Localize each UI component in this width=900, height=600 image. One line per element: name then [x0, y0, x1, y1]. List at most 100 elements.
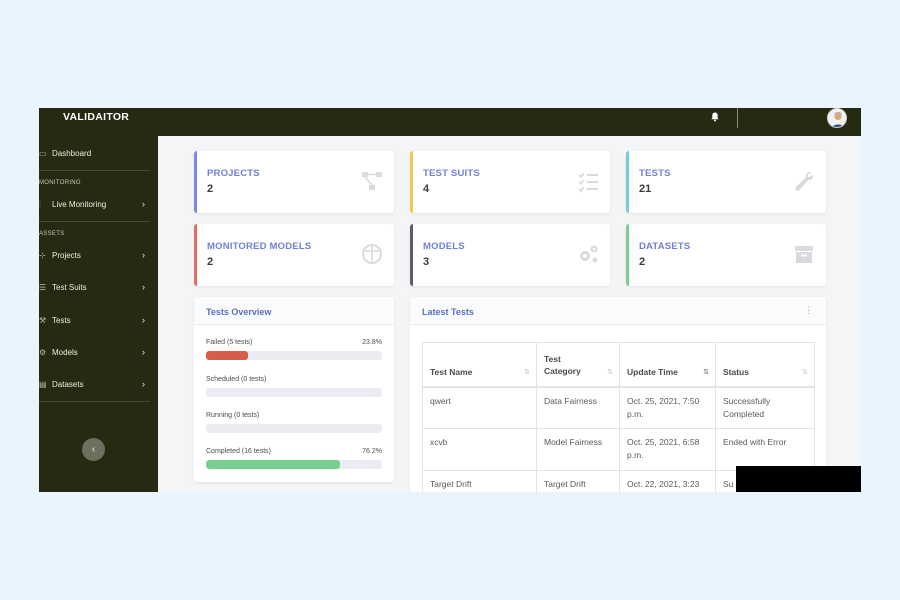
- cogs-icon: ⚙: [39, 348, 47, 357]
- sort-icon: ⇅: [607, 368, 613, 376]
- archive-icon: ▤: [39, 380, 47, 389]
- bell-icon[interactable]: [709, 111, 721, 123]
- column-header-test-name[interactable]: Test Name ⇅: [422, 342, 537, 388]
- column-header-status[interactable]: Status ⇅: [715, 342, 815, 388]
- sidebar-item-models[interactable]: ⚙ Models ›: [39, 343, 158, 363]
- list-check-icon: [578, 172, 598, 193]
- stat-card-projects[interactable]: PROJECTS 2: [194, 151, 394, 213]
- diagram-icon: ⊹: [39, 251, 46, 260]
- chart-icon: ⫶: [39, 200, 41, 209]
- stat-value: 2: [207, 256, 214, 268]
- user-avatar[interactable]: [827, 108, 847, 128]
- topbar-divider: [737, 108, 738, 128]
- table-row[interactable]: xcvb Model Fairness Oct. 25, 2021, 6:58 …: [422, 428, 815, 471]
- chevron-right-icon: ›: [142, 315, 145, 325]
- sidebar-collapse-button[interactable]: ‹: [82, 438, 105, 461]
- sidebar-divider: [39, 170, 150, 171]
- progress-label: Scheduled (0 tests): [206, 376, 267, 383]
- sidebar: ▭ Dashboard MONITORING ⫶ Live Monitoring…: [39, 136, 158, 492]
- list-icon: ☰: [39, 283, 47, 292]
- sort-down-icon: ⇅: [703, 368, 709, 376]
- cell-test-name: xcvb: [422, 428, 537, 471]
- progress-label: Running (0 tests): [206, 412, 260, 419]
- sidebar-item-test-suits[interactable]: ☰ Test Suits ›: [39, 278, 158, 298]
- progress-value: 76.2%: [362, 448, 382, 455]
- stat-value: 3: [423, 256, 430, 268]
- cell-test-category: Model Fairness: [536, 428, 620, 471]
- card-accent: [410, 151, 413, 213]
- sidebar-item-label: Dashboard: [52, 149, 92, 158]
- sidebar-item-live-monitoring[interactable]: ⫶ Live Monitoring ›: [39, 195, 158, 215]
- column-label: Test Category: [544, 353, 581, 376]
- stat-title: TEST SUITS: [423, 168, 480, 179]
- sidebar-item-tests[interactable]: ⚒ Tests ›: [39, 311, 158, 331]
- sidebar-item-datasets[interactable]: ▤ Datasets ›: [39, 375, 158, 395]
- table-header-row: Test Name ⇅ Test Category ⇅ Update Time ⇅ S…: [422, 342, 815, 388]
- wrench-icon: [795, 172, 814, 192]
- stat-title: MONITORED MODELS: [207, 241, 312, 252]
- stat-card-test-suits[interactable]: TEST SUITS 4: [410, 151, 610, 213]
- cell-update-time: Oct. 25, 2021, 6:58 p.m.: [619, 428, 716, 471]
- chevron-right-icon: ›: [142, 282, 145, 292]
- sidebar-item-label: Live Monitoring: [52, 200, 107, 209]
- more-options-icon[interactable]: ⋮: [804, 305, 813, 316]
- chevron-right-icon: ›: [142, 347, 145, 357]
- radar-icon: [362, 244, 382, 264]
- cell-update-time: Oct. 22, 2021, 3:23: [619, 470, 716, 492]
- progress-track: [206, 351, 382, 360]
- stat-value: 2: [639, 256, 646, 268]
- stat-value: 2: [207, 183, 214, 195]
- progress-track: [206, 388, 382, 397]
- panel-title: Tests Overview: [206, 307, 272, 317]
- sidebar-item-projects[interactable]: ⊹ Projects ›: [39, 246, 158, 266]
- sidebar-divider: [39, 221, 150, 222]
- chevron-right-icon: ›: [142, 250, 145, 260]
- cogs-icon: [580, 245, 598, 263]
- sidebar-item-dashboard[interactable]: ▭ Dashboard: [39, 144, 158, 164]
- stat-card-models[interactable]: MODELS 3: [410, 224, 610, 286]
- tests-overview-panel: Tests Overview Failed (5 tests) 23.8% Sc…: [194, 297, 394, 482]
- column-header-test-category[interactable]: Test Category ⇅: [536, 342, 620, 388]
- card-accent: [194, 224, 197, 286]
- stat-card-tests[interactable]: TESTS 21: [626, 151, 826, 213]
- sidebar-item-label: Models: [52, 348, 78, 357]
- progress-label: Completed (16 tests): [206, 448, 271, 455]
- cell-status: Ended with Error: [715, 428, 815, 471]
- stat-title: DATASETS: [639, 241, 691, 252]
- sidebar-item-label: Projects: [52, 251, 81, 260]
- sidebar-heading-assets: ASSETS: [39, 231, 65, 237]
- cell-test-category: Target Drift: [536, 470, 620, 492]
- progress-track: [206, 424, 382, 433]
- brand-logo[interactable]: VALIDAITOR: [63, 111, 129, 123]
- card-accent: [194, 151, 197, 213]
- sidebar-heading-monitoring: MONITORING: [39, 180, 81, 186]
- cell-update-time: Oct. 25, 2021, 7:50 p.m.: [619, 386, 716, 429]
- card-accent: [410, 224, 413, 286]
- cell-test-name: qwert: [422, 386, 537, 429]
- latest-tests-panel: Latest Tests ⋮ Test Name ⇅ Test Category ⇅…: [410, 297, 826, 492]
- top-bar: VALIDAITOR: [39, 108, 861, 136]
- stat-value: 21: [639, 183, 652, 195]
- avatar-icon: [828, 109, 846, 127]
- chevron-right-icon: ›: [142, 379, 145, 389]
- column-header-update-time[interactable]: Update Time ⇅: [619, 342, 716, 388]
- diagram-icon: [362, 172, 382, 190]
- wrench-icon: ⚒: [39, 316, 47, 325]
- stat-title: MODELS: [423, 241, 465, 252]
- archive-icon: [795, 246, 813, 263]
- progress-fill: [206, 351, 248, 360]
- progress-label: Failed (5 tests): [206, 339, 253, 346]
- progress-value: 23.8%: [362, 339, 382, 346]
- stat-title: PROJECTS: [207, 168, 260, 179]
- cell-test-category: Data Fairness: [536, 386, 620, 429]
- card-accent: [626, 224, 629, 286]
- column-label: Update Time: [627, 366, 678, 377]
- table-row[interactable]: qwert Data Fairness Oct. 25, 2021, 7:50 …: [422, 386, 815, 429]
- stat-value: 4: [423, 183, 430, 195]
- chevron-right-icon: ›: [142, 199, 145, 209]
- sort-icon: ⇅: [524, 368, 530, 376]
- sort-icon: ⇅: [802, 368, 808, 376]
- stat-card-monitored-models[interactable]: MONITORED MODELS 2: [194, 224, 394, 286]
- stat-card-datasets[interactable]: DATASETS 2: [626, 224, 826, 286]
- panel-header: Tests Overview: [194, 297, 394, 325]
